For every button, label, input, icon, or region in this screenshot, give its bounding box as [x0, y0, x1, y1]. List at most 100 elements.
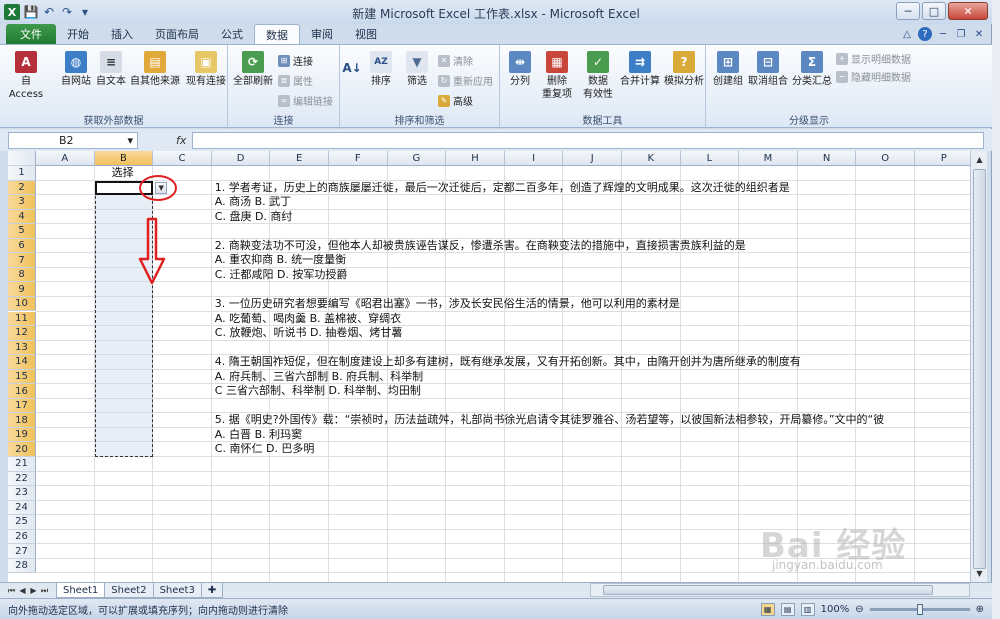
cell-d12[interactable]: C. 放鞭炮、听说书 D. 抽卷烟、烤甘薯: [215, 326, 403, 340]
undo-icon[interactable]: ↶: [42, 5, 56, 19]
row-header-4[interactable]: 4: [8, 209, 36, 225]
consolidate-button[interactable]: ⇉ 合并计算: [618, 51, 662, 88]
page-break-view-icon[interactable]: ▥: [800, 602, 815, 616]
cell-d2[interactable]: 1. 学者考证，历史上的商族屡屡迁徙，最后一次迁徙后，定都二百多年，创造了辉煌的…: [215, 181, 790, 195]
edit-links-button[interactable]: ∞ 编辑链接: [278, 93, 333, 108]
sort-az-button[interactable]: A↓: [342, 57, 362, 81]
workbook-close-icon[interactable]: ✕: [972, 27, 986, 41]
column-header-h[interactable]: H: [446, 151, 505, 166]
horizontal-scrollbar[interactable]: [590, 583, 970, 597]
what-if-analysis-button[interactable]: ? 模拟分析: [662, 51, 706, 88]
column-header-p[interactable]: P: [915, 151, 970, 166]
connections-button[interactable]: ⊞ 连接: [278, 53, 313, 68]
close-button[interactable]: ✕: [948, 2, 988, 20]
row-header-25[interactable]: 25: [8, 515, 36, 530]
row-header-17[interactable]: 17: [8, 398, 36, 414]
row-header-16[interactable]: 16: [8, 384, 36, 399]
reapply-button[interactable]: ↻ 重新应用: [438, 73, 493, 88]
prev-sheet-icon[interactable]: ◀: [17, 586, 28, 595]
cell-b1[interactable]: 选择: [112, 166, 134, 180]
customize-qat-icon[interactable]: ▾: [78, 5, 92, 19]
row-header-1[interactable]: 1: [8, 166, 36, 181]
row-header-3[interactable]: 3: [8, 195, 36, 210]
column-header-d[interactable]: D: [211, 151, 271, 166]
cell-d8[interactable]: C. 迁都咸阳 D. 按军功授爵: [215, 268, 348, 282]
column-header-g[interactable]: G: [387, 151, 447, 166]
cell-d11[interactable]: A. 吃葡萄、喝肉羹 B. 盖棉被、穿绸衣: [215, 312, 401, 326]
show-detail-button[interactable]: + 显示明细数据: [836, 51, 911, 66]
tab-data[interactable]: 数据: [254, 24, 300, 44]
column-header-n[interactable]: N: [797, 151, 857, 166]
existing-connections-button[interactable]: ▣ 现有连接: [186, 51, 226, 88]
column-header-a[interactable]: A: [36, 151, 95, 166]
row-header-27[interactable]: 27: [8, 544, 36, 559]
sort-button[interactable]: AZ 排序: [364, 51, 398, 88]
ungroup-button[interactable]: ⊟ 取消组合: [746, 51, 790, 88]
scroll-down-icon[interactable]: ▼: [972, 566, 987, 581]
column-header-i[interactable]: I: [504, 151, 564, 166]
tab-home[interactable]: 开始: [56, 24, 100, 44]
cell-d18[interactable]: 5. 据《明史?外国传》载：“崇祯时，历法益疏舛，礼部尚书徐光启请令其徒罗雅谷、…: [215, 413, 884, 427]
save-icon[interactable]: 💾: [24, 5, 39, 19]
filter-button[interactable]: ▼ 筛选: [400, 51, 434, 88]
cell-d19[interactable]: A. 白晋 B. 利玛窦: [215, 428, 302, 442]
row-header-12[interactable]: 12: [8, 326, 36, 341]
row-header-22[interactable]: 22: [8, 471, 36, 487]
row-header-10[interactable]: 10: [8, 296, 36, 312]
cell-d6[interactable]: 2. 商鞅变法功不可没，但他本人却被贵族诬告谋反，惨遭杀害。在商鞅变法的措施中，…: [215, 239, 746, 253]
hide-detail-button[interactable]: − 隐藏明细数据: [836, 69, 911, 84]
chevron-down-icon[interactable]: ▾: [127, 134, 133, 147]
redo-icon[interactable]: ↷: [60, 5, 74, 19]
row-header-26[interactable]: 26: [8, 529, 36, 545]
insert-sheet-icon[interactable]: ✚: [200, 583, 224, 598]
column-header-o[interactable]: O: [856, 151, 915, 166]
workbook-restore-icon[interactable]: ❐: [954, 27, 968, 41]
cell-d7[interactable]: A. 重农抑商 B. 统一度量衡: [215, 253, 346, 267]
sheet-tab-sheet2[interactable]: Sheet2: [104, 583, 154, 598]
normal-view-icon[interactable]: ▦: [760, 602, 775, 616]
sheet-tab-sheet3[interactable]: Sheet3: [152, 583, 202, 598]
row-header-14[interactable]: 14: [8, 355, 36, 370]
minimize-ribbon-icon[interactable]: △: [900, 27, 914, 41]
row-header-11[interactable]: 11: [8, 311, 36, 327]
row-header-24[interactable]: 24: [8, 500, 36, 516]
column-header-e[interactable]: E: [270, 151, 329, 166]
row-header-21[interactable]: 21: [8, 457, 36, 472]
tab-file[interactable]: 文件: [6, 24, 56, 44]
advanced-filter-button[interactable]: ✎ 高级: [438, 93, 473, 108]
cell-d16[interactable]: C 三省六部制、科举制 D. 科举制、均田制: [215, 384, 421, 398]
from-web-button[interactable]: ◍ 自网站: [58, 51, 94, 88]
cell-d20[interactable]: C. 南怀仁 D. 巴多明: [215, 442, 315, 456]
tab-review[interactable]: 审阅: [300, 24, 344, 44]
row-header-9[interactable]: 9: [8, 282, 36, 297]
horizontal-scroll-thumb[interactable]: [603, 585, 933, 595]
row-header-19[interactable]: 19: [8, 427, 36, 443]
text-to-columns-button[interactable]: ⇹ 分列: [504, 51, 536, 88]
row-header-23[interactable]: 23: [8, 486, 36, 501]
from-access-button[interactable]: A 自 Access: [6, 51, 46, 101]
excel-logo-icon[interactable]: X: [4, 4, 20, 20]
subtotal-button[interactable]: Σ 分类汇总: [790, 51, 834, 88]
tab-formulas[interactable]: 公式: [210, 24, 254, 44]
tab-insert[interactable]: 插入: [100, 24, 144, 44]
row-header-20[interactable]: 20: [8, 442, 36, 457]
row-header-7[interactable]: 7: [8, 253, 36, 268]
workbook-minimize-icon[interactable]: ─: [936, 27, 950, 41]
row-header-6[interactable]: 6: [8, 238, 36, 254]
vertical-scrollbar[interactable]: ▲ ▼: [970, 151, 987, 582]
next-sheet-icon[interactable]: ▶: [28, 586, 39, 595]
cell-d4[interactable]: C. 盘庚 D. 商纣: [215, 210, 293, 224]
from-other-sources-button[interactable]: ▤ 自其他来源: [128, 51, 182, 88]
scroll-up-icon[interactable]: ▲: [972, 152, 987, 167]
page-layout-view-icon[interactable]: ▤: [780, 602, 795, 616]
properties-button[interactable]: ≣ 属性: [278, 73, 313, 88]
first-sheet-icon[interactable]: ⏮: [6, 586, 17, 596]
from-text-button[interactable]: ≡ 自文本: [94, 51, 128, 88]
zoom-level[interactable]: 100%: [821, 604, 850, 615]
row-header-13[interactable]: 13: [8, 340, 36, 356]
cell-d14[interactable]: 4. 隋王朝国祚短促，但在制度建设上却多有建树，既有继承发展，又有开拓创新。其中…: [215, 355, 801, 369]
zoom-out-icon[interactable]: ⊖: [855, 604, 863, 615]
cell-d15[interactable]: A. 府兵制、三省六部制 B. 府兵制、科举制: [215, 370, 423, 384]
row-header-5[interactable]: 5: [8, 224, 36, 239]
vertical-scroll-thumb[interactable]: [973, 169, 986, 569]
